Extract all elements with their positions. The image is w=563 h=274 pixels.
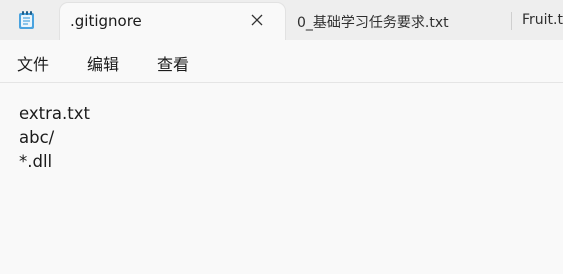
tab-divider <box>511 12 512 30</box>
notepad-icon <box>18 10 36 30</box>
editor-line: abc/ <box>19 128 55 147</box>
tab-title: Fruit.t <box>522 12 563 28</box>
editor-line: *.dll <box>19 152 53 171</box>
tab-fruit[interactable]: Fruit.t <box>522 3 563 40</box>
tab-task-requirements[interactable]: 0_基础学习任务要求.txt <box>297 3 502 40</box>
menu-edit[interactable]: 编辑 <box>87 51 119 75</box>
menu-file[interactable]: 文件 <box>17 51 49 75</box>
menu-bar: 文件 编辑 查看 <box>0 40 563 83</box>
text-editor[interactable]: extra.txt abc/ *.dll <box>0 83 563 274</box>
menu-view[interactable]: 查看 <box>157 51 189 75</box>
tab-gitignore[interactable]: .gitignore <box>60 3 285 40</box>
tab-bar: .gitignore 0_基础学习任务要求.txt Fruit.t <box>0 0 563 40</box>
tab-title: 0_基础学习任务要求.txt <box>297 15 449 31</box>
tab-title: .gitignore <box>70 12 142 30</box>
editor-line: extra.txt <box>19 104 90 123</box>
close-icon[interactable] <box>249 12 265 28</box>
